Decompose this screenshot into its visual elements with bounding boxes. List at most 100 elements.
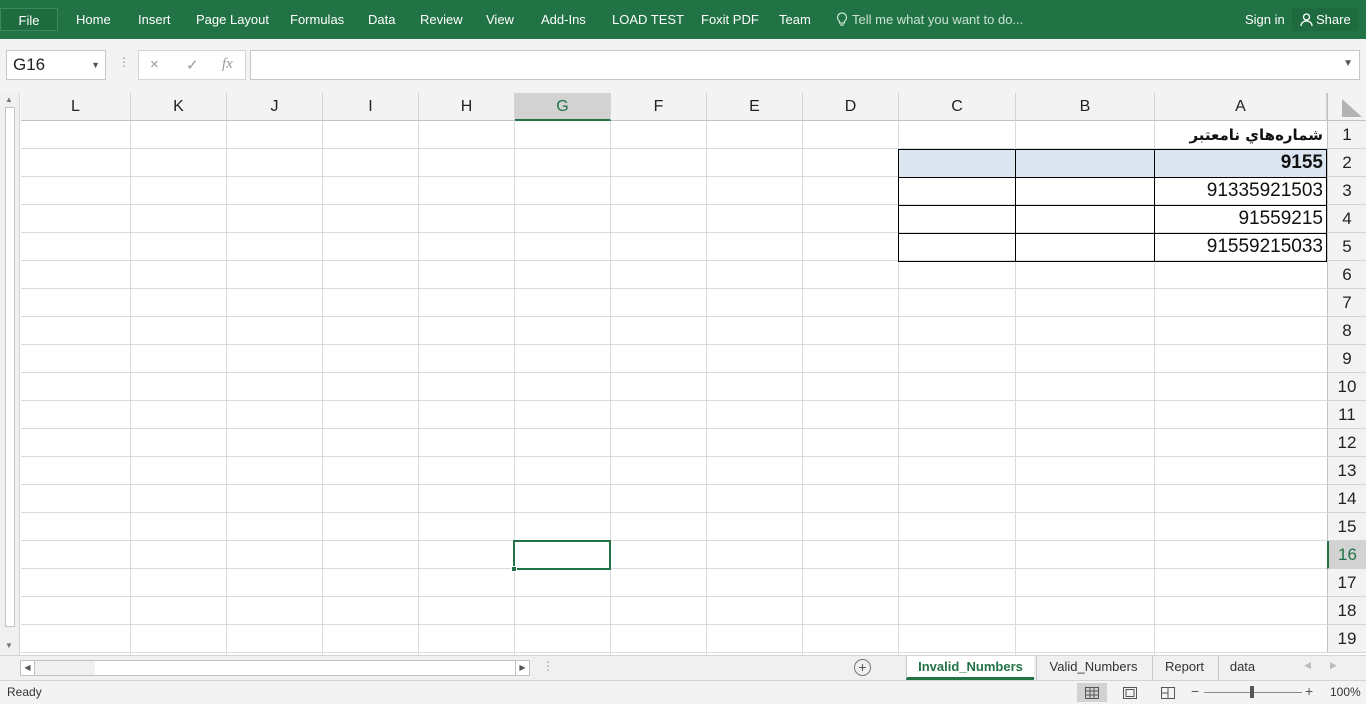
- row-header-7[interactable]: 7: [1327, 289, 1366, 317]
- vertical-scrollbar[interactable]: ▲ ▼: [0, 93, 20, 655]
- gridline: [514, 121, 515, 655]
- row-header-8[interactable]: 8: [1327, 317, 1366, 345]
- tab-add-ins[interactable]: Add-Ins: [541, 0, 586, 39]
- gridline: [610, 121, 611, 655]
- tell-me-box[interactable]: Tell me what you want to do...: [836, 0, 1023, 39]
- row-header-11[interactable]: 11: [1327, 401, 1366, 429]
- column-header-b[interactable]: B: [1016, 93, 1155, 121]
- scroll-right-icon[interactable]: ▶: [515, 661, 529, 675]
- column-header-d[interactable]: D: [803, 93, 899, 121]
- column-header-a[interactable]: A: [1155, 93, 1327, 121]
- select-all-corner[interactable]: [1327, 93, 1366, 121]
- sign-in-link[interactable]: Sign in: [1245, 0, 1285, 39]
- file-tab[interactable]: File: [0, 8, 58, 31]
- cancel-icon[interactable]: ×: [150, 56, 159, 73]
- name-box[interactable]: G16 ▼: [6, 50, 106, 80]
- vertical-scroll-thumb[interactable]: [5, 107, 15, 627]
- gridline: [21, 316, 1327, 317]
- cell-a3[interactable]: 91335921503: [1155, 177, 1327, 205]
- sheet-tab-data[interactable]: data: [1218, 656, 1266, 680]
- row-header-15[interactable]: 15: [1327, 513, 1366, 541]
- fill-handle[interactable]: [511, 566, 517, 572]
- row-header-10[interactable]: 10: [1327, 373, 1366, 401]
- sheet-tab-invalid-numbers[interactable]: Invalid_Numbers: [906, 656, 1034, 680]
- gridline: [21, 568, 1327, 569]
- cell-a5[interactable]: 91559215033: [1155, 233, 1327, 261]
- formula-bar-grip: ⋮: [118, 55, 130, 69]
- column-header-i[interactable]: I: [323, 93, 419, 121]
- row-header-6[interactable]: 6: [1327, 261, 1366, 289]
- gridline: [418, 121, 419, 655]
- tab-formulas[interactable]: Formulas: [290, 0, 344, 39]
- insert-function-icon[interactable]: fx: [222, 56, 233, 73]
- zoom-slider-thumb[interactable]: [1250, 686, 1254, 698]
- column-header-h[interactable]: H: [419, 93, 515, 121]
- cell-grid[interactable]: شماره‌هاي نامعتبر 9155 91335921503 91559…: [21, 121, 1327, 655]
- next-sheet-icon[interactable]: ▶: [1330, 660, 1337, 671]
- gridline: [21, 624, 1327, 625]
- zoom-level[interactable]: 100%: [1330, 685, 1361, 699]
- zoom-out-button[interactable]: −: [1191, 683, 1199, 699]
- row-header-19[interactable]: 19: [1327, 625, 1366, 653]
- gridline: [21, 400, 1327, 401]
- cell-a2[interactable]: 9155: [1155, 149, 1327, 177]
- tab-data[interactable]: Data: [368, 0, 395, 39]
- sheet-tabs-bar: ◀ ▶ ⋮ + Invalid_Numbers Valid_Numbers Re…: [0, 655, 1366, 680]
- expand-formula-bar-icon[interactable]: ▼: [1343, 58, 1353, 69]
- horizontal-scroll-track[interactable]: [35, 661, 95, 675]
- row-header-9[interactable]: 9: [1327, 345, 1366, 373]
- row-header-13[interactable]: 13: [1327, 457, 1366, 485]
- row-header-17[interactable]: 17: [1327, 569, 1366, 597]
- column-header-k[interactable]: K: [131, 93, 227, 121]
- chevron-down-icon[interactable]: ▼: [91, 51, 100, 79]
- new-sheet-button[interactable]: +: [854, 659, 871, 676]
- page-break-view-button[interactable]: [1153, 683, 1183, 702]
- share-label: Share: [1316, 12, 1351, 27]
- tab-home[interactable]: Home: [76, 0, 111, 39]
- column-header-e[interactable]: E: [707, 93, 803, 121]
- active-cell-g16[interactable]: [511, 540, 611, 572]
- column-header-c[interactable]: C: [899, 93, 1016, 121]
- tab-foxit-pdf[interactable]: Foxit PDF: [701, 0, 759, 39]
- column-header-g[interactable]: G: [515, 93, 611, 121]
- row-header-2[interactable]: 2: [1327, 149, 1366, 177]
- formula-input[interactable]: ▼: [250, 50, 1360, 80]
- row-header-12[interactable]: 12: [1327, 429, 1366, 457]
- row-header-18[interactable]: 18: [1327, 597, 1366, 625]
- scroll-down-icon[interactable]: ▼: [5, 641, 13, 650]
- page-layout-view-button[interactable]: [1115, 683, 1145, 702]
- row-header-5[interactable]: 5: [1327, 233, 1366, 261]
- scroll-left-icon[interactable]: ◀: [21, 661, 35, 675]
- column-header-f[interactable]: F: [611, 93, 707, 121]
- tab-split-grip[interactable]: ⋮: [542, 659, 554, 673]
- grid-view-icon: [1085, 687, 1099, 699]
- tab-team[interactable]: Team: [779, 0, 811, 39]
- row-header-4[interactable]: 4: [1327, 205, 1366, 233]
- tab-load-test[interactable]: LOAD TEST: [612, 0, 684, 39]
- gridline: [21, 372, 1327, 373]
- row-header-14[interactable]: 14: [1327, 485, 1366, 513]
- share-button[interactable]: Share: [1292, 8, 1358, 31]
- prev-sheet-icon[interactable]: ◀: [1304, 660, 1311, 671]
- cell-a1[interactable]: شماره‌هاي نامعتبر: [1021, 121, 1327, 149]
- tab-review[interactable]: Review: [420, 0, 463, 39]
- zoom-in-button[interactable]: +: [1305, 683, 1313, 699]
- tab-insert[interactable]: Insert: [138, 0, 171, 39]
- tab-page-layout[interactable]: Page Layout: [196, 0, 269, 39]
- cell-a4[interactable]: 91559215: [1155, 205, 1327, 233]
- column-header-l[interactable]: L: [21, 93, 131, 121]
- gridline: [706, 121, 707, 655]
- row-header-16[interactable]: 16: [1327, 541, 1366, 569]
- sheet-tab-valid-numbers[interactable]: Valid_Numbers: [1036, 656, 1150, 680]
- normal-view-button[interactable]: [1077, 683, 1107, 702]
- horizontal-scrollbar[interactable]: ◀ ▶: [20, 660, 530, 676]
- tab-view[interactable]: View: [486, 0, 514, 39]
- status-bar: Ready − + 100%: [0, 680, 1366, 704]
- row-header-1[interactable]: 1: [1327, 121, 1366, 149]
- gridline: [802, 121, 803, 655]
- enter-icon[interactable]: ✓: [186, 56, 199, 74]
- scroll-up-icon[interactable]: ▲: [5, 95, 13, 104]
- column-header-j[interactable]: J: [227, 93, 323, 121]
- sheet-tab-report[interactable]: Report: [1152, 656, 1216, 680]
- row-header-3[interactable]: 3: [1327, 177, 1366, 205]
